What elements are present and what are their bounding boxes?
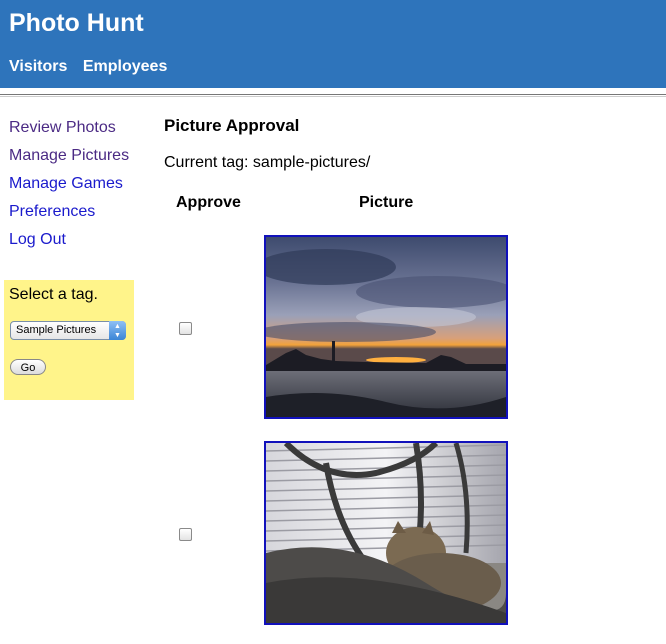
sidebar-item-log-out[interactable]: Log Out [9, 226, 129, 254]
header-divider-shadow [0, 96, 666, 97]
nav-visitors-link[interactable]: Visitors [9, 58, 67, 75]
sidebar-item-manage-games[interactable]: Manage Games [9, 170, 129, 198]
go-button[interactable]: Go [10, 359, 46, 375]
picture-column-header: Picture [359, 194, 414, 211]
tag-selector-title: Select a tag. [9, 286, 98, 303]
nav-employees-link[interactable]: Employees [83, 58, 167, 75]
page-title: Picture Approval [164, 116, 300, 135]
sidebar-nav: Review Photos Manage Pictures Manage Gam… [9, 114, 129, 254]
approve-checkbox[interactable] [179, 528, 192, 541]
sidebar-item-preferences[interactable]: Preferences [9, 198, 129, 226]
top-nav: Visitors Employees [9, 58, 178, 76]
app-title: Photo Hunt [9, 9, 144, 37]
sidebar-item-manage-pictures[interactable]: Manage Pictures [9, 142, 129, 170]
app-header: Photo Hunt Visitors Employees [0, 0, 666, 88]
header-divider [0, 94, 666, 95]
approve-checkbox[interactable] [179, 322, 192, 335]
photo-thumbnail-sunset[interactable] [264, 235, 508, 419]
current-tag-label: Current tag: sample-pictures/ [164, 154, 371, 171]
tag-selector-panel: Select a tag. Sample Pictures ▲ ▼ Go [4, 280, 134, 400]
sidebar-item-review-photos[interactable]: Review Photos [9, 114, 129, 142]
tag-select[interactable]: Sample Pictures ▲ ▼ [10, 321, 126, 340]
approve-column-header: Approve [176, 194, 241, 211]
photo-thumbnail-cat[interactable] [264, 441, 508, 625]
tag-select-value: Sample Pictures [16, 324, 97, 336]
chevron-updown-icon: ▲ ▼ [109, 321, 126, 340]
